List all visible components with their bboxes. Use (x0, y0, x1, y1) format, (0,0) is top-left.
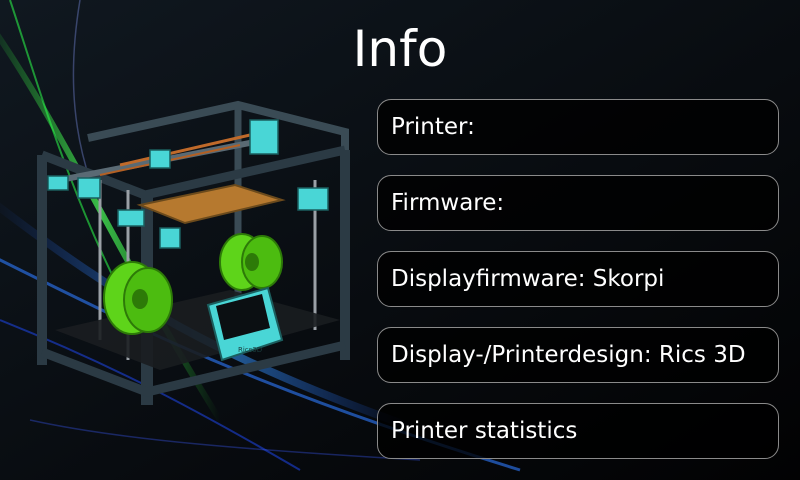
svg-text:Rics3D: Rics3D (238, 346, 262, 354)
design-label: Display-/Printerdesign: (391, 342, 652, 368)
printer-statistics-label: Printer statistics (391, 418, 578, 444)
displayfirmware-value: Skorpi (592, 266, 665, 292)
printer-info-button[interactable]: Printer: (377, 99, 779, 155)
displayfirmware-info-button[interactable]: Displayfirmware: Skorpi (377, 251, 779, 307)
displayfirmware-label: Displayfirmware: (391, 266, 586, 292)
design-info-button[interactable]: Display-/Printerdesign: Rics 3D (377, 327, 779, 383)
firmware-label: Firmware: (391, 190, 505, 216)
page-title: Info (352, 20, 448, 78)
printer-label: Printer: (391, 114, 475, 140)
firmware-info-button[interactable]: Firmware: (377, 175, 779, 231)
printer-statistics-button[interactable]: Printer statistics (377, 403, 779, 459)
design-value: Rics 3D (658, 342, 746, 368)
